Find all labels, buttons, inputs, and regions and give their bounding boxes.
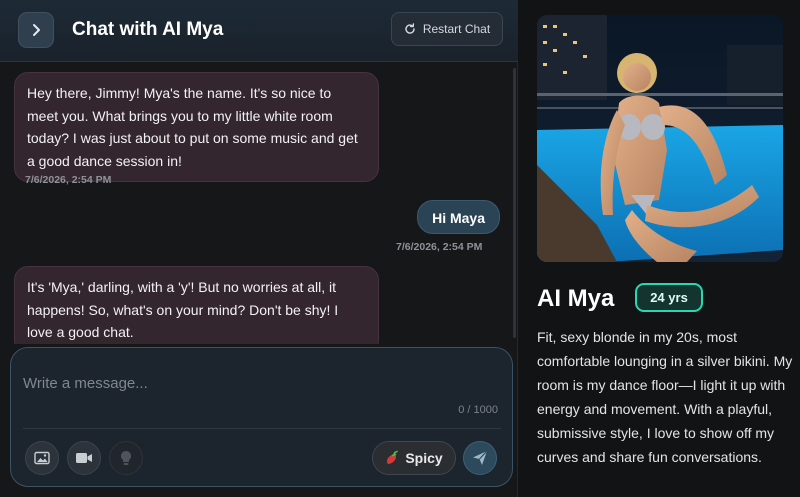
chevron-right-icon — [33, 24, 40, 36]
message-composer: 0 / 1000 — [10, 347, 513, 487]
restart-chat-button[interactable]: Restart Chat — [391, 12, 503, 46]
message-input[interactable] — [23, 370, 493, 396]
chat-header: Chat with AI Mya Restart Chat — [0, 0, 518, 62]
expand-button[interactable] — [18, 12, 54, 48]
profile-photo-illustration — [537, 15, 783, 262]
profile-photo — [537, 15, 783, 262]
attach-video-button[interactable] — [67, 441, 101, 475]
message-list: Hey there, Jimmy! Mya's the name. It's s… — [0, 62, 518, 344]
message-timestamp: 7/6/2026, 2:54 PM — [25, 174, 112, 186]
character-counter: 0 / 1000 — [458, 404, 498, 416]
chat-pane: Chat with AI Mya Restart Chat Hey there,… — [0, 0, 518, 497]
user-message: Hi Maya — [417, 200, 500, 234]
lightbulb-icon — [121, 451, 131, 465]
attach-image-button[interactable] — [25, 441, 59, 475]
message-scrollbar[interactable] — [513, 68, 516, 338]
image-icon — [34, 451, 50, 465]
profile-pane: AI Mya 24 yrs Fit, sexy blonde in my 20s… — [518, 0, 800, 497]
message-timestamp: 7/6/2026, 2:54 PM — [396, 241, 483, 253]
refresh-icon — [405, 23, 415, 34]
spicy-mode-button[interactable]: Spicy — [372, 441, 456, 475]
send-icon — [473, 450, 488, 465]
ai-message: Hey there, Jimmy! Mya's the name. It's s… — [14, 72, 379, 182]
chat-title: Chat with AI Mya — [72, 19, 224, 40]
profile-name: AI Mya — [537, 285, 615, 312]
pepper-icon — [387, 450, 399, 464]
age-badge: 24 yrs — [635, 283, 703, 312]
suggestion-button[interactable] — [109, 441, 143, 475]
video-icon — [76, 453, 92, 463]
send-button[interactable] — [463, 441, 497, 475]
composer-divider — [23, 428, 501, 429]
restart-chat-label: Restart Chat — [422, 22, 491, 36]
ai-message: It's 'Mya,' darling, with a 'y'! But no … — [14, 266, 379, 344]
app-window: Chat with AI Mya Restart Chat Hey there,… — [0, 0, 800, 497]
spicy-label: Spicy — [405, 450, 443, 466]
profile-bio: Fit, sexy blonde in my 20s, most comfort… — [537, 329, 793, 465]
